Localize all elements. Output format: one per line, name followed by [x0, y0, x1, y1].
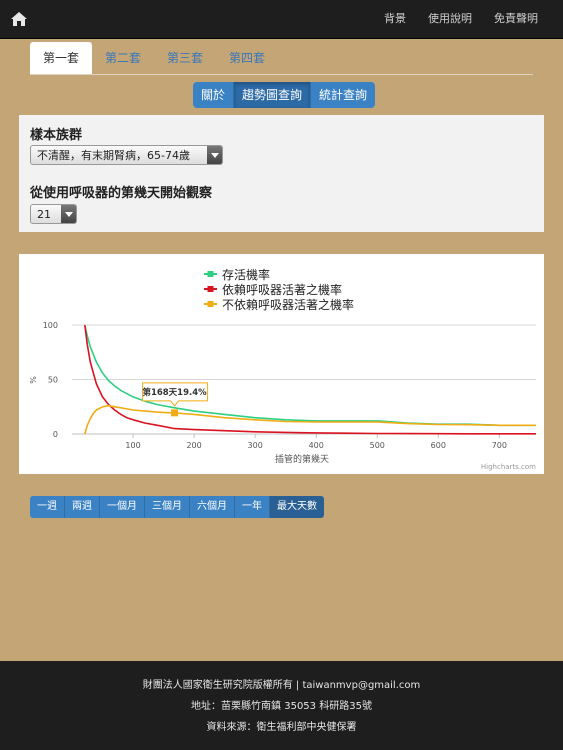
period-max-days-button[interactable]: 最大天數	[270, 496, 324, 518]
x-tick-labels: 100 200 300 400 500 600 700	[125, 441, 507, 450]
nav-link-instructions[interactable]: 使用說明	[417, 0, 483, 38]
y-tick-label: 50	[48, 376, 58, 385]
population-label: 樣本族群	[30, 128, 83, 143]
period-1-year-button[interactable]: 一年	[235, 496, 270, 518]
chart-legend: 存活機率依賴呼吸器活著之機率不依賴呼吸器活著之機率	[204, 267, 354, 312]
nav-link-disclaimer[interactable]: 免責聲明	[483, 0, 549, 38]
nav-link-background[interactable]: 背景	[373, 0, 417, 38]
chart-container: 0 50 100 100 200 300 400 500 600 700 % 插管的第幾天 存活…	[19, 254, 544, 474]
series-line-3	[84, 404, 536, 435]
x-tick-label: 600	[431, 441, 446, 450]
tab-set-3[interactable]: 第三套	[154, 42, 216, 74]
legend-label: 不依賴呼吸器活著之機率	[222, 297, 354, 312]
period-button-group: 一週 兩週 一個月 三個月 六個月 一年 最大天數	[30, 496, 324, 518]
top-navbar: 背景 使用說明 免責聲明	[0, 0, 563, 39]
survival-chart: 0 50 100 100 200 300 400 500 600 700 % 插管的第幾天 存活…	[29, 267, 536, 471]
chart-credit[interactable]: Highcharts.com	[481, 463, 536, 471]
x-tick-label: 400	[309, 441, 324, 450]
tab-set-2[interactable]: 第二套	[92, 42, 154, 74]
footer-copyright: 財團法人國家衛生研究院版權所有 | taiwanmvp@gmail.com	[142, 680, 421, 691]
start-day-select[interactable]: 21	[30, 204, 77, 224]
x-tick-label: 300	[248, 441, 263, 450]
footer-address: 地址：苗栗縣竹南鎮 35053 科研路35號	[191, 701, 372, 712]
tooltip-marker	[171, 409, 179, 417]
series-line-1	[84, 324, 536, 427]
footer: 財團法人國家衛生研究院版權所有 | taiwanmvp@gmail.com 地址…	[0, 661, 563, 750]
period-1-week-button[interactable]: 一週	[30, 496, 65, 518]
tab-set-1[interactable]: 第一套	[30, 42, 93, 74]
legend-marker	[207, 271, 214, 277]
x-axis-label: 插管的第幾天	[275, 453, 329, 465]
chevron-down-icon	[207, 146, 222, 164]
legend-label: 存活機率	[222, 267, 270, 282]
legend-marker	[207, 301, 214, 307]
y-tick-labels: 0 50 100	[43, 321, 58, 439]
set-tabs: 第一套 第二套 第三套 第四套	[30, 42, 533, 75]
x-tick-label: 700	[492, 441, 507, 450]
period-6-months-button[interactable]: 六個月	[190, 496, 235, 518]
population-select[interactable]: 不清醒，有末期腎病，65-74歲	[30, 145, 223, 165]
y-axis-label: %	[29, 376, 38, 384]
period-3-months-button[interactable]: 三個月	[145, 496, 190, 518]
y-tick-label: 100	[43, 321, 58, 330]
legend-marker	[207, 286, 214, 292]
x-tick-label: 100	[125, 441, 140, 450]
about-button[interactable]: 關於	[193, 82, 235, 108]
start-day-label: 從使用呼吸器的第幾天開始觀察	[30, 186, 213, 201]
tab-set-4[interactable]: 第四套	[216, 42, 278, 74]
period-2-weeks-button[interactable]: 兩週	[65, 496, 100, 518]
trend-query-button[interactable]: 趨勢圖查詢	[234, 82, 312, 108]
stats-query-button[interactable]: 統計查詢	[311, 82, 376, 108]
top-nav-links: 背景 使用說明 免責聲明	[373, 0, 549, 38]
mode-button-group: 關於 趨勢圖查詢 統計查詢	[193, 82, 376, 108]
query-panel: 樣本族群 不清醒，有末期腎病，65-74歲 從使用呼吸器的第幾天開始觀察 21	[19, 115, 544, 232]
home-icon[interactable]	[10, 10, 28, 28]
y-tick-label: 0	[53, 430, 58, 439]
population-select-value: 不清醒，有末期腎病，65-74歲	[37, 149, 190, 162]
period-1-month-button[interactable]: 一個月	[100, 496, 145, 518]
legend-label: 依賴呼吸器活著之機率	[222, 282, 342, 297]
chevron-down-icon	[61, 205, 76, 223]
tooltip-text: 第168天19.4%	[142, 387, 207, 398]
footer-data-source: 資料來源：衛生福利部中央健保署	[206, 722, 357, 733]
start-day-select-value: 21	[37, 208, 51, 221]
x-tick-label: 200	[186, 441, 201, 450]
x-tick-label: 500	[370, 441, 385, 450]
